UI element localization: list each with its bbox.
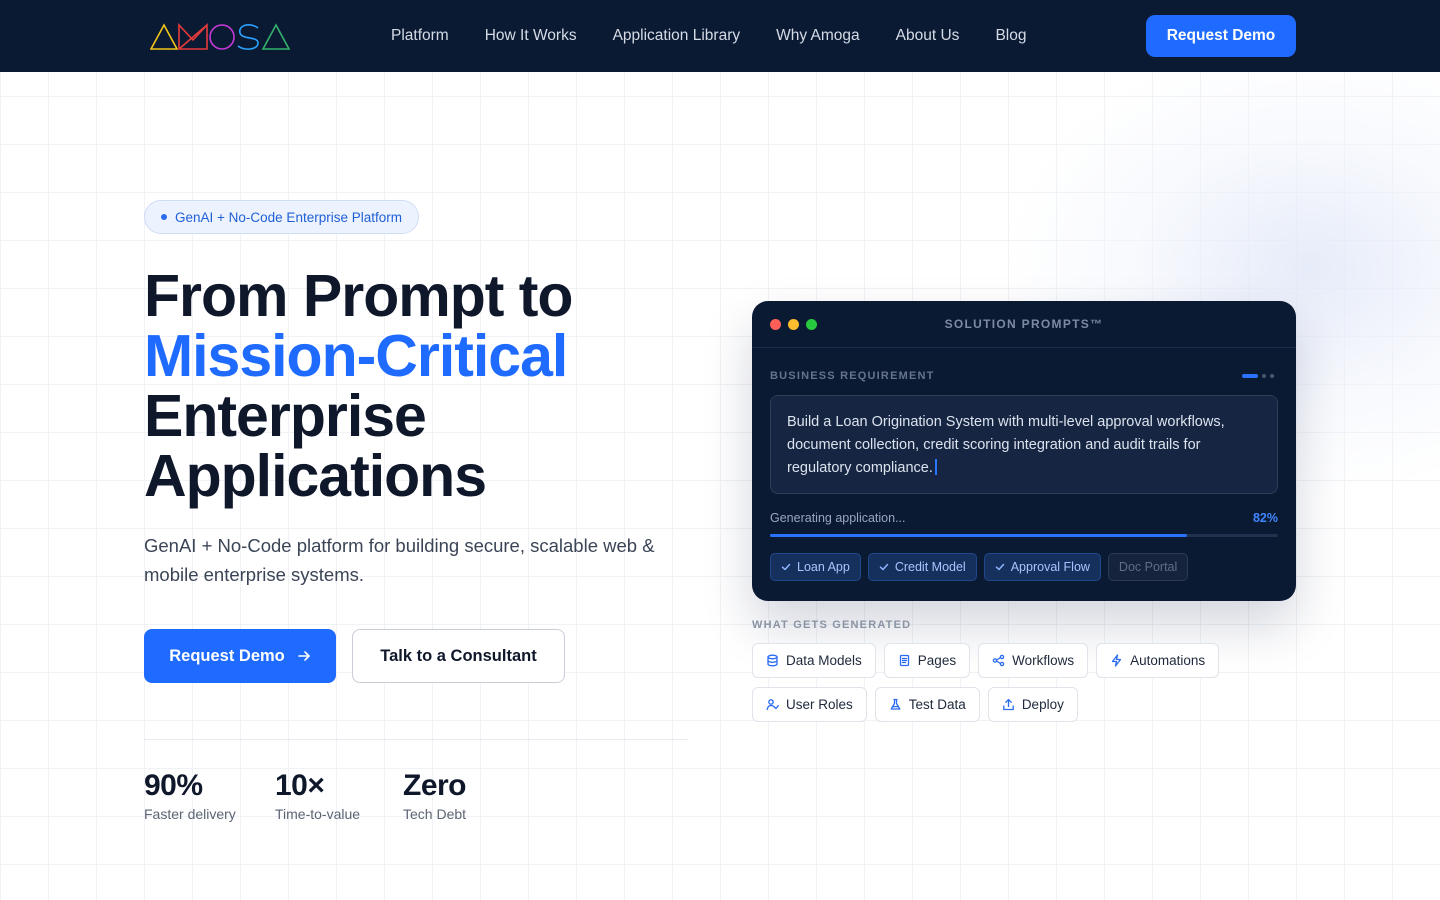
arrow-right-icon <box>297 651 310 661</box>
stat-label: Tech Debt <box>403 806 467 822</box>
check-icon <box>995 563 1004 571</box>
module-chip: Doc Portal <box>1107 553 1189 581</box>
prompt-pager[interactable] <box>1242 374 1274 378</box>
stat-value: 90% <box>144 769 203 802</box>
stat-tech-debt: Zero Tech Debt <box>403 768 467 822</box>
user-check-icon <box>766 699 779 711</box>
module-chip: Approval Flow <box>983 553 1101 581</box>
progress-bar <box>770 534 1278 537</box>
stat-label: Faster delivery <box>144 806 236 822</box>
module-chip-label: Loan App <box>797 560 850 574</box>
badge-dot-icon <box>161 214 167 220</box>
generated-item-label: Automations <box>1130 653 1206 668</box>
headline-line-4: Applications <box>144 443 487 509</box>
generating-status: Generating application... <box>770 511 906 525</box>
module-chip: Credit Model <box>867 553 977 581</box>
headline-line-1: From Prompt to <box>144 263 573 329</box>
module-chip-label: Doc Portal <box>1118 560 1178 574</box>
pager-dot[interactable] <box>1270 374 1274 378</box>
primary-nav: Platform How It Works Application Librar… <box>391 0 1026 72</box>
generated-item-pages[interactable]: Pages <box>883 643 971 678</box>
generated-item-deploy[interactable]: Deploy <box>987 687 1078 722</box>
check-icon <box>879 563 889 571</box>
hero-headline: From Prompt to Mission-Critical Enterpri… <box>144 266 704 506</box>
lightning-icon <box>1111 654 1122 667</box>
stat-value: 10× <box>275 769 325 802</box>
stat-faster-delivery: 90% Faster delivery <box>144 768 236 822</box>
module-chip-label: Approval Flow <box>1010 560 1090 574</box>
generated-item-data-models[interactable]: Data Models <box>752 643 876 678</box>
hero-subhead: GenAI + No-Code platform for building se… <box>144 535 655 585</box>
stat-value: Zero <box>403 769 467 802</box>
hero-badge: GenAI + No-Code Enterprise Platform <box>144 200 419 234</box>
generated-item-user-roles[interactable]: User Roles <box>752 687 867 722</box>
generated-item-test-data[interactable]: Test Data <box>874 687 980 722</box>
generated-module-chips: Loan App Credit Model Approval Flow Doc Por… <box>770 553 1189 581</box>
nav-link-application-library[interactable]: Application Library <box>613 27 741 45</box>
text-caret <box>934 459 937 475</box>
requirement-label: BUSINESS REQUIREMENT <box>770 370 935 382</box>
flask-icon <box>890 698 901 710</box>
generated-item-label: Deploy <box>1021 697 1064 712</box>
check-icon <box>781 563 791 571</box>
nav-link-platform[interactable]: Platform <box>391 27 449 45</box>
talk-to-consultant-button[interactable]: Talk to a Consultant <box>352 629 565 683</box>
generated-item-automations[interactable]: Automations <box>1096 643 1220 678</box>
database-icon <box>767 654 778 667</box>
workflow-icon <box>992 654 1005 667</box>
hero-badge-text: GenAI + No-Code Enterprise Platform <box>175 209 402 225</box>
card-header: SOLUTION PROMPTS™ <box>752 301 1296 348</box>
generated-item-label: Pages <box>917 653 957 668</box>
progress-percent: 82% <box>1252 511 1278 525</box>
stat-time-to-value: 10× Time-to-value <box>275 768 360 822</box>
nav-link-how-it-works[interactable]: How It Works <box>485 27 577 45</box>
nav-link-blog[interactable]: Blog <box>995 27 1026 45</box>
generated-item-label: Data Models <box>786 653 862 668</box>
prompt-textbox[interactable]: Build a Loan Origination System with mul… <box>770 395 1278 494</box>
generated-item-label: Workflows <box>1012 653 1075 668</box>
document-icon <box>899 654 909 667</box>
generated-items-list: Data Models Pages Workflows Automations User… <box>752 643 1272 722</box>
stats-divider <box>144 739 688 740</box>
headline-accent: Mission-Critical <box>144 323 568 389</box>
upload-icon <box>1002 698 1014 711</box>
prompt-text: Build a Loan Origination System with mul… <box>787 414 1225 476</box>
pager-active-indicator[interactable] <box>1242 374 1258 378</box>
nav-link-about-us[interactable]: About Us <box>896 27 960 45</box>
module-chip-label: Credit Model <box>894 560 966 574</box>
pager-dot[interactable] <box>1262 374 1266 378</box>
amoga-logo[interactable] <box>149 20 291 52</box>
headline-line-3: Enterprise <box>144 383 427 449</box>
module-chip: Loan App <box>770 553 861 581</box>
top-navbar: Platform How It Works Application Librar… <box>0 0 1440 72</box>
card-title: SOLUTION PROMPTS™ <box>944 317 1104 331</box>
nav-link-why-amoga[interactable]: Why Amoga <box>776 27 860 45</box>
progress-bar-fill <box>770 534 1187 537</box>
stat-label: Time-to-value <box>275 806 361 822</box>
hero-request-demo-button[interactable]: Request Demo <box>144 629 336 683</box>
solution-prompts-card: SOLUTION PROMPTS™ BUSINESS REQUIREMENT B… <box>752 301 1296 601</box>
generated-item-label: User Roles <box>786 697 853 712</box>
what-gets-generated-heading: WHAT GETS GENERATED <box>752 619 912 631</box>
generated-item-label: Test Data <box>908 697 966 712</box>
hero-request-demo-label: Request Demo <box>169 646 285 665</box>
generated-item-workflows[interactable]: Workflows <box>978 643 1089 678</box>
nav-request-demo-button[interactable]: Request Demo <box>1146 15 1296 57</box>
